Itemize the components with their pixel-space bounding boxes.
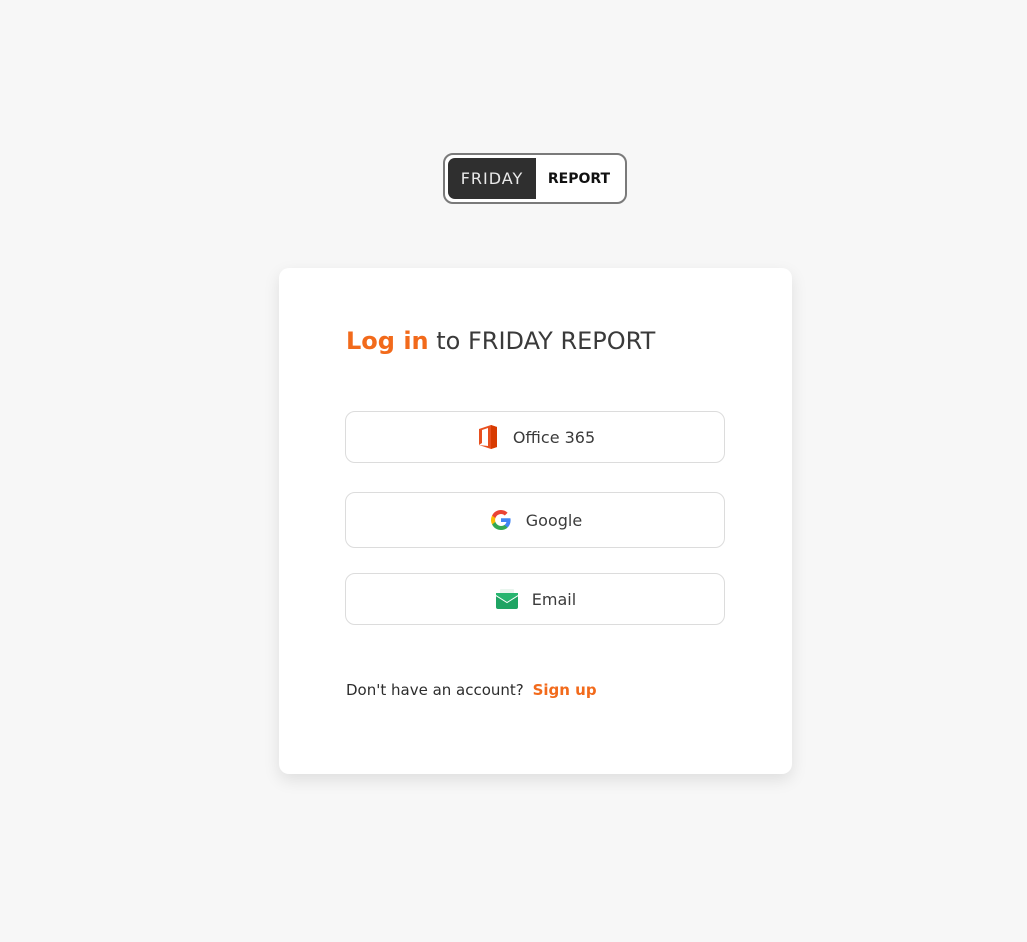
google-button-label: Google xyxy=(525,510,583,530)
email-button-label: Email xyxy=(531,589,577,609)
google-login-button[interactable]: Google xyxy=(345,492,725,548)
signup-prompt: Don't have an account? xyxy=(346,681,524,699)
office365-login-button[interactable]: Office 365 xyxy=(345,411,725,463)
login-card: Log in to FRIDAY REPORT Office 365 Googl… xyxy=(279,268,792,774)
logo-friday-text: FRIDAY xyxy=(448,158,536,199)
office-365-icon xyxy=(475,424,501,450)
email-login-button[interactable]: Email xyxy=(345,573,725,625)
login-heading-rest: to FRIDAY REPORT xyxy=(428,327,656,355)
login-heading: Log in to FRIDAY REPORT xyxy=(346,327,655,355)
email-icon xyxy=(494,586,520,612)
google-icon xyxy=(488,507,514,533)
office365-button-label: Office 365 xyxy=(512,427,596,447)
login-heading-accent: Log in xyxy=(346,327,429,355)
signup-row: Don't have an account? Sign up xyxy=(346,681,597,699)
logo-report-text: REPORT xyxy=(547,170,611,187)
signup-link[interactable]: Sign up xyxy=(533,681,597,699)
brand-logo: FRIDAY REPORT xyxy=(443,153,627,204)
